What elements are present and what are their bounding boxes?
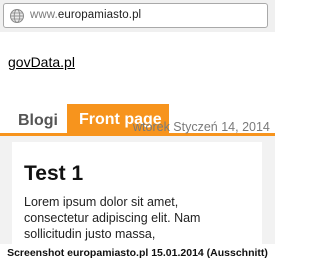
post-body: Lorem ipsum dolor sit amet, consectetur … bbox=[24, 194, 256, 242]
url-prefix: www. bbox=[30, 9, 58, 21]
post-card: Test 1 Lorem ipsum dolor sit amet, conse… bbox=[12, 142, 262, 248]
tab-blogi[interactable]: Blogi bbox=[18, 112, 58, 130]
screenshot-caption: Screenshot europamiasto.pl 15.01.2014 (A… bbox=[0, 244, 275, 275]
post-body-line: Lorem ipsum dolor sit amet, bbox=[24, 195, 179, 209]
screenshot-frame: www.europamiasto.pl govData.pl Blogi Fro… bbox=[0, 0, 275, 275]
site-link[interactable]: govData.pl bbox=[8, 54, 75, 70]
url-text[interactable]: www.europamiasto.pl bbox=[30, 9, 141, 21]
address-bar[interactable]: www.europamiasto.pl bbox=[3, 3, 268, 28]
url-domain: europamiasto.pl bbox=[57, 9, 142, 21]
post-body-line: consectetur adipiscing elit. Nam bbox=[24, 211, 201, 225]
page-content: govData.pl Blogi Front page wtorek Stycz… bbox=[0, 32, 275, 275]
globe-icon bbox=[10, 9, 24, 23]
post-area: Test 1 Lorem ipsum dolor sit amet, conse… bbox=[0, 136, 275, 248]
date-line: wtorek Styczeń 14, 2014 bbox=[133, 120, 270, 134]
post-title[interactable]: Test 1 bbox=[24, 162, 83, 186]
post-body-line: sollicitudin justo massa, bbox=[24, 227, 156, 241]
